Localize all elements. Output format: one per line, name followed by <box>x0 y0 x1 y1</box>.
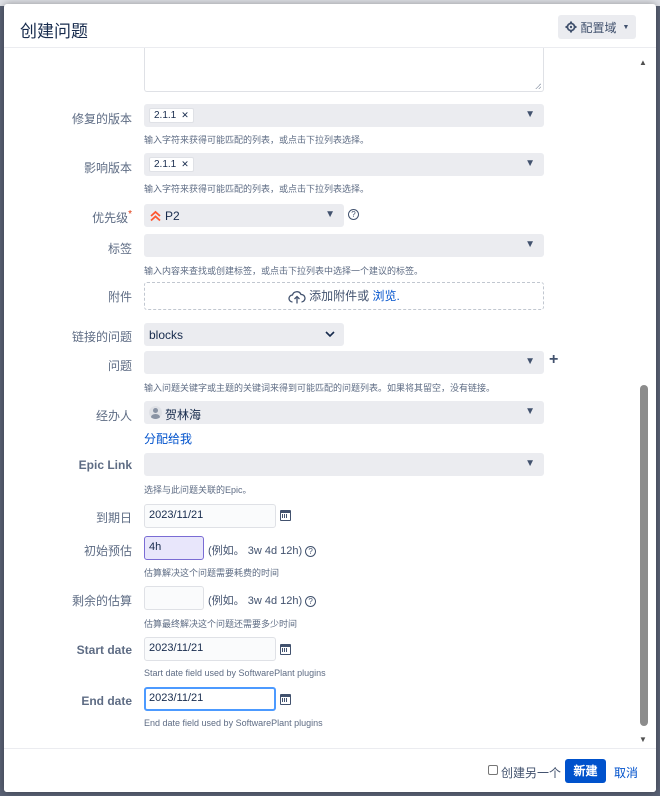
remove-tag-icon[interactable]: ✕ <box>181 110 189 120</box>
dialog-header: 创建问题 配置域 ▼ <box>4 4 656 48</box>
caret-down-icon: ▼ <box>622 23 630 31</box>
dialog-body: 修复的版本 2.1.1 ✕ ▼ 输入字符来获得可能匹配的列表，或点击下拉列表选择。… <box>4 48 656 748</box>
scrollbar-thumb[interactable] <box>640 385 648 726</box>
chevron-down-icon: ▼ <box>525 239 535 250</box>
fix-version-tag-text: 2.1.1 <box>154 110 177 121</box>
create-button[interactable]: 新建 <box>565 759 606 783</box>
create-another-checkbox[interactable] <box>488 765 498 775</box>
linked-issues-select[interactable]: blocks <box>144 323 344 346</box>
priority-select[interactable]: P2 ▼ <box>144 204 344 227</box>
affects-version-tag-text: 2.1.1 <box>154 159 177 170</box>
assignee-label: 经办人 <box>95 409 132 423</box>
chevron-down-icon: ▼ <box>525 109 535 120</box>
resize-handle-icon[interactable] <box>535 83 541 89</box>
linked-issues-label: 链接的问题 <box>71 330 132 344</box>
original-estimate-label: 初始预估 <box>83 544 132 558</box>
attachment-label: 附件 <box>107 290 132 304</box>
epic-link-label: Epic Link <box>78 458 132 472</box>
start-date-input[interactable]: 2023/11/21 <box>144 637 276 661</box>
fix-version-tag: 2.1.1 ✕ <box>149 108 194 123</box>
affects-version-label: 影响版本 <box>83 161 132 175</box>
help-icon[interactable]: ? <box>348 209 359 220</box>
remaining-estimate-label: 剩余的估算 <box>71 594 132 608</box>
due-date-input[interactable]: 2023/11/21 <box>144 504 276 528</box>
labels-hint: 输入内容来查找或创建标签，或点击下拉列表中选择一个建议的标签。 <box>144 266 424 276</box>
chevron-down-icon: ▼ <box>525 158 535 169</box>
priority-high-icon <box>150 210 161 222</box>
priority-label-text: 优先级 <box>92 211 129 225</box>
issue-hint: 输入问题关键字或主题的关键词来得到可能匹配的问题列表。如果将其留空，没有链接。 <box>144 383 496 393</box>
end-date-input[interactable]: 2023/11/21 <box>144 687 276 711</box>
dialog-footer: 创建另一个 新建 取消 <box>4 748 656 792</box>
start-date-label: Start date <box>76 643 132 657</box>
browse-link[interactable]: 浏览. <box>373 289 400 303</box>
priority-value: P2 <box>165 209 180 223</box>
gear-icon <box>565 21 577 33</box>
attachment-text: 添加附件或 <box>309 289 370 303</box>
help-icon[interactable]: ? <box>305 595 317 607</box>
assignee-select[interactable]: 贺林海 ▼ <box>144 401 544 424</box>
remaining-estimate-input[interactable] <box>144 586 204 610</box>
remaining-estimate-example-text: (例如。 3w 4d 12h) <box>208 595 303 607</box>
calendar-icon[interactable] <box>280 694 291 705</box>
upload-cloud-icon <box>288 290 306 304</box>
chevron-down-icon: ▼ <box>525 406 535 417</box>
calendar-icon[interactable] <box>280 510 291 521</box>
issue-select[interactable]: ▼ <box>144 351 544 374</box>
description-textarea[interactable] <box>144 48 544 92</box>
priority-label: 优先级* <box>4 209 132 226</box>
chevron-down-icon: ▼ <box>525 458 535 469</box>
original-estimate-example: (例如。 3w 4d 12h)? <box>208 542 317 558</box>
due-date-label: 到期日 <box>95 511 132 525</box>
add-issue-link-icon[interactable]: + <box>549 351 558 369</box>
fix-version-hint: 输入字符来获得可能匹配的列表，或点击下拉列表选择。 <box>144 135 370 145</box>
configure-fields-button[interactable]: 配置域 ▼ <box>558 15 636 39</box>
affects-version-hint: 输入字符来获得可能匹配的列表，或点击下拉列表选择。 <box>144 184 370 194</box>
configure-fields-label: 配置域 <box>580 20 617 35</box>
original-estimate-input[interactable]: 4h <box>144 536 204 560</box>
linked-issues-value: blocks <box>149 328 184 342</box>
required-mark: * <box>128 209 132 220</box>
scroll-up-icon[interactable]: ▲ <box>639 58 647 67</box>
chevron-down-icon: ▼ <box>325 209 335 220</box>
epic-link-select[interactable]: ▼ <box>144 453 544 476</box>
calendar-icon[interactable] <box>280 644 291 655</box>
end-date-label: End date <box>81 694 132 708</box>
epic-link-hint: 选择与此问题关联的Epic。 <box>144 485 252 495</box>
create-issue-dialog: 创建问题 配置域 ▼ 修复的版本 2.1.1 ✕ ▼ 输入字符来获得可能匹配的列表… <box>4 4 656 792</box>
scroll-down-icon[interactable]: ▼ <box>639 735 647 744</box>
dialog-title: 创建问题 <box>20 22 88 41</box>
chevron-down-icon <box>325 331 335 338</box>
assign-to-me-link[interactable]: 分配给我 <box>144 430 192 447</box>
original-estimate-hint: 估算解决这个问题需要耗费的时间 <box>144 568 280 578</box>
labels-select[interactable]: ▼ <box>144 234 544 257</box>
fix-version-label: 修复的版本 <box>71 112 132 126</box>
labels-label: 标签 <box>107 242 132 256</box>
attachment-dropzone[interactable]: 添加附件或 浏览. <box>144 282 544 310</box>
original-estimate-example-text: (例如。 3w 4d 12h) <box>208 545 303 557</box>
fix-version-select[interactable]: 2.1.1 ✕ ▼ <box>144 104 544 127</box>
end-date-hint: End date field used by SoftwarePlant plu… <box>144 718 323 728</box>
user-avatar-icon <box>149 406 162 419</box>
help-icon[interactable]: ? <box>305 545 317 557</box>
remove-tag-icon[interactable]: ✕ <box>181 159 189 169</box>
create-another-label[interactable]: 创建另一个 <box>501 764 561 781</box>
assignee-value: 贺林海 <box>165 408 202 422</box>
issue-label: 问题 <box>107 359 132 373</box>
remaining-estimate-hint: 估算最终解决这个问题还需要多少时间 <box>144 619 298 629</box>
start-date-hint: Start date field used by SoftwarePlant p… <box>144 668 326 678</box>
chevron-down-icon: ▼ <box>525 356 535 367</box>
remaining-estimate-example: (例如。 3w 4d 12h)? <box>208 592 317 608</box>
affects-version-tag: 2.1.1 ✕ <box>149 157 194 172</box>
cancel-button[interactable]: 取消 <box>614 764 638 781</box>
affects-version-select[interactable]: 2.1.1 ✕ ▼ <box>144 153 544 176</box>
